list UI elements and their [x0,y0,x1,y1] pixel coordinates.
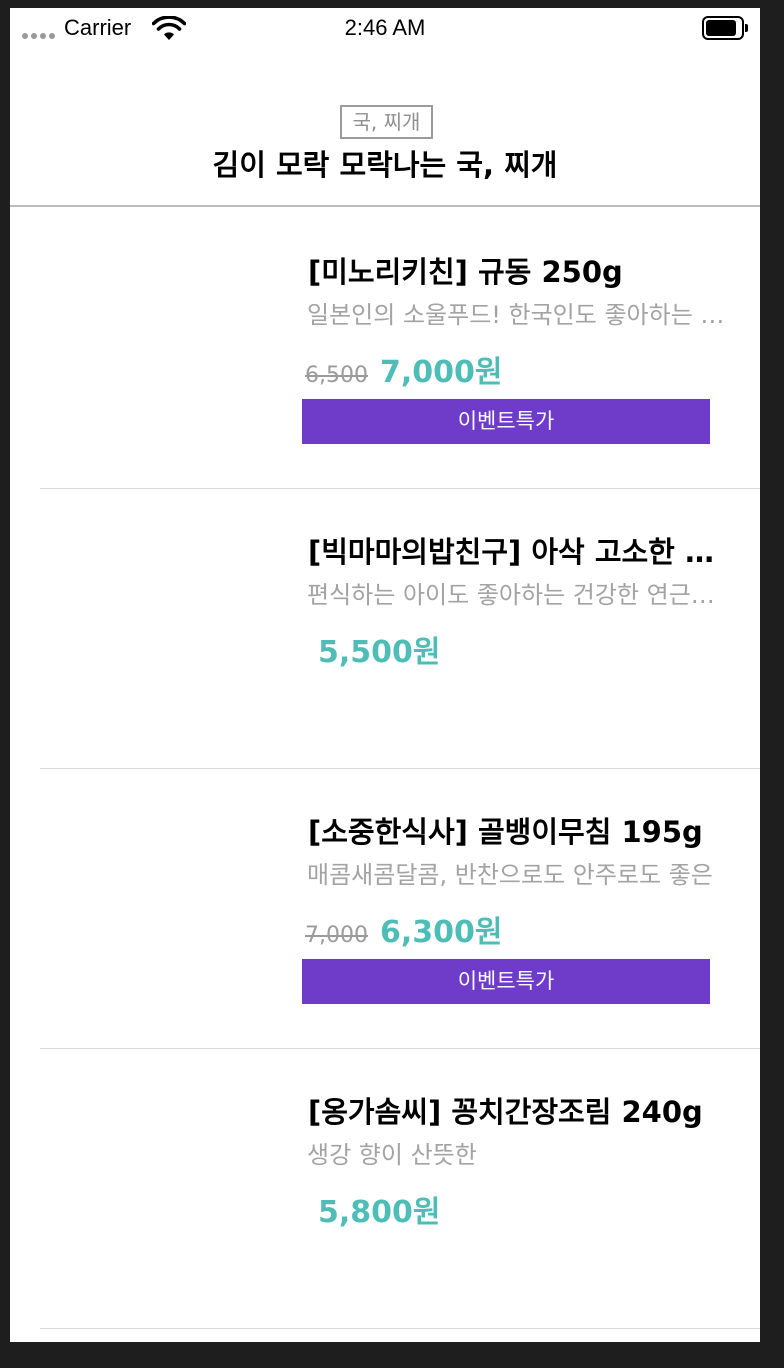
product-thumbnail[interactable] [40,209,280,488]
product-name: [빅마마의밥친구] 아삭 고소한 연근고기조림 250g [308,535,718,569]
category-tag: 국, 찌개 [340,105,433,139]
product-thumbnail[interactable] [40,769,280,1048]
product-row[interactable]: [옹가솜씨] 꽁치간장조림 240g 생강 향이 산뜻한 5,800원 [40,1049,760,1329]
status-bar: Carrier 2:46 AM [10,8,760,48]
product-name: [소중한식사] 골뱅이무침 195g [308,815,703,849]
price-row: 5,500원 [318,627,441,670]
sale-price: 7,000원 [379,355,503,390]
price-row: 5,800원 [318,1187,441,1230]
sale-price: 6,300원 [379,915,503,950]
sale-price: 5,800원 [318,1195,441,1230]
app-screen: Carrier 2:46 AM 국, 찌개 김이 모락 모락나는 국, 찌개 [… [10,8,760,1342]
product-description: 편식하는 아이도 좋아하는 건강한 연근조림 [307,581,727,609]
product-list: [미노리키친] 규동 250g 일본인의 소울푸드! 한국인도 좋아하는 규동 … [10,209,760,1329]
event-badge: 이벤트특가 [302,959,710,1004]
page-header: 국, 찌개 김이 모락 모락나는 국, 찌개 [10,48,760,207]
sale-price: 5,500원 [318,635,441,670]
product-description: 매콤새콤달콤, 반찬으로도 안주로도 좋은 [307,861,713,889]
product-thumbnail[interactable] [40,1049,280,1328]
product-row[interactable]: [미노리키친] 규동 250g 일본인의 소울푸드! 한국인도 좋아하는 규동 … [40,209,760,489]
original-price: 6,500 [305,363,368,388]
original-price: 7,000 [305,923,368,948]
page-title: 김이 모락 모락나는 국, 찌개 [212,148,558,182]
price-row: 6,500 7,000원 [305,347,502,390]
clock-time: 2:46 AM [344,15,426,40]
product-row[interactable]: [소중한식사] 골뱅이무침 195g 매콤새콤달콤, 반찬으로도 안주로도 좋은… [40,769,760,1049]
product-name: [미노리키친] 규동 250g [308,255,623,289]
price-row: 7,000 6,300원 [305,907,502,950]
product-description: 일본인의 소울푸드! 한국인도 좋아하는 규동 [307,301,727,329]
product-name: [옹가솜씨] 꽁치간장조림 240g [308,1095,703,1129]
event-badge: 이벤트특가 [302,399,710,444]
product-thumbnail[interactable] [40,489,280,768]
product-row[interactable]: [빅마마의밥친구] 아삭 고소한 연근고기조림 250g 편식하는 아이도 좋아… [40,489,760,769]
battery-icon [702,16,748,40]
product-description: 생강 향이 산뜻한 [307,1141,477,1169]
